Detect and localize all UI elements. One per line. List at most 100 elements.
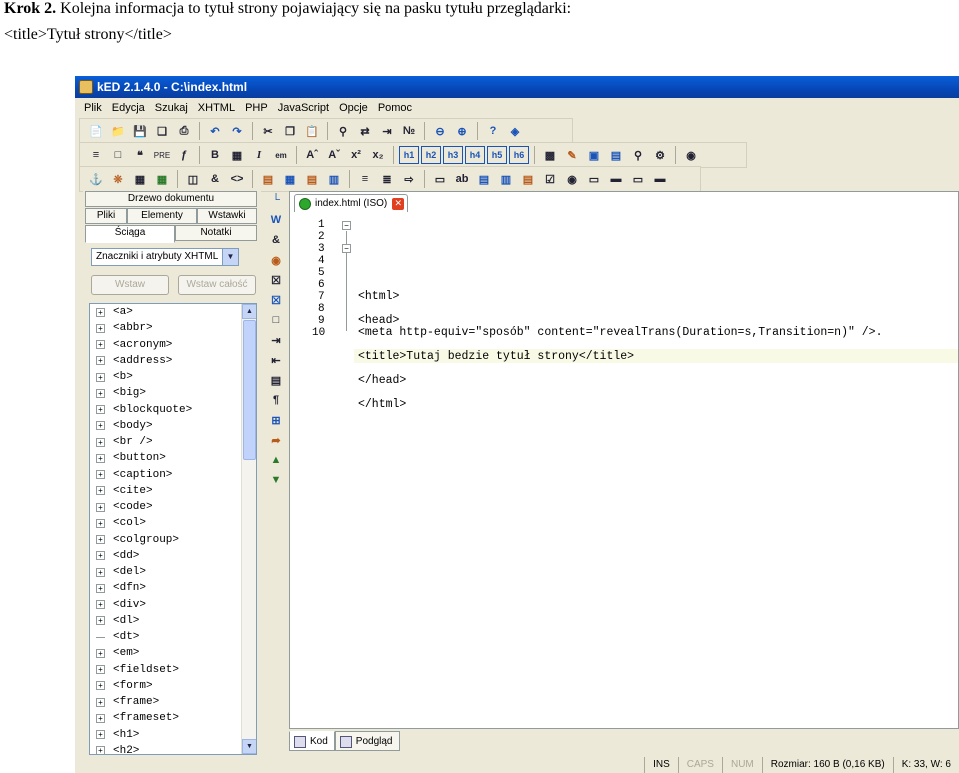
list-item[interactable]: + <div> bbox=[90, 597, 256, 613]
list-item[interactable]: + <h2> bbox=[90, 743, 256, 754]
ampersand-icon[interactable]: & bbox=[205, 170, 225, 188]
list-item[interactable]: + <dl> bbox=[90, 613, 256, 629]
list-item[interactable]: + <col> bbox=[90, 515, 256, 531]
expand-icon[interactable]: + bbox=[96, 648, 105, 658]
brush-icon[interactable]: ✎ bbox=[562, 146, 582, 164]
h4-button[interactable]: h4 bbox=[465, 146, 485, 164]
list-item[interactable]: + <frameset> bbox=[90, 710, 256, 726]
listbox-icon[interactable]: ▥ bbox=[496, 170, 516, 188]
hidden-field-icon[interactable]: ▭ bbox=[628, 170, 648, 188]
expand-icon[interactable]: + bbox=[96, 453, 105, 463]
expand-icon[interactable]: + bbox=[96, 437, 105, 447]
frame-icon[interactable]: ▣ bbox=[584, 146, 604, 164]
paste-icon[interactable]: 📋 bbox=[302, 122, 322, 140]
list-item[interactable]: + <fieldset> bbox=[90, 662, 256, 678]
list-item[interactable]: + <a> bbox=[90, 304, 256, 320]
cut-icon[interactable]: ✂ bbox=[258, 122, 278, 140]
wrap-icon[interactable]: ▤ bbox=[267, 371, 285, 389]
entity-icon[interactable]: & bbox=[267, 231, 285, 249]
goto-line-icon[interactable]: ⇥ bbox=[377, 122, 397, 140]
image-icon[interactable]: ▩ bbox=[540, 146, 560, 164]
tools-icon[interactable]: ⚙ bbox=[650, 146, 670, 164]
h3-button[interactable]: h3 bbox=[443, 146, 463, 164]
h5-button[interactable]: h5 bbox=[487, 146, 507, 164]
menu-pomoc[interactable]: Pomoc bbox=[373, 98, 417, 118]
expand-icon[interactable]: + bbox=[96, 681, 105, 691]
word-icon[interactable]: W bbox=[267, 211, 285, 229]
insert-all-button[interactable]: Wstaw całość bbox=[178, 275, 256, 295]
help-icon[interactable]: ? bbox=[483, 122, 503, 140]
insert-image-icon[interactable]: ▦ bbox=[130, 170, 150, 188]
code-line[interactable]: <meta http-equiv="sposób" content="revea… bbox=[358, 326, 883, 339]
expand-icon[interactable]: + bbox=[96, 746, 105, 754]
tag-list-scrollbar[interactable]: ▲ ▼ bbox=[241, 304, 256, 754]
tab-notes[interactable]: Notatki bbox=[175, 225, 257, 241]
unordered-list-icon[interactable]: ≡ bbox=[355, 170, 375, 188]
h1-button[interactable]: h1 bbox=[399, 146, 419, 164]
submit-icon[interactable]: ▭ bbox=[584, 170, 604, 188]
select-block-icon[interactable]: □ bbox=[267, 311, 285, 329]
arrow-in-icon[interactable]: ➦ bbox=[267, 431, 285, 449]
em-button[interactable]: em bbox=[271, 146, 291, 164]
list-item[interactable]: + <blockquote> bbox=[90, 402, 256, 418]
expand-icon[interactable]: + bbox=[96, 307, 105, 317]
tag-icon[interactable]: <> bbox=[227, 170, 247, 188]
superscript-icon[interactable]: x² bbox=[346, 146, 366, 164]
redo-icon[interactable]: ↷ bbox=[227, 122, 247, 140]
list-item[interactable]: + <caption> bbox=[90, 467, 256, 483]
tab-snippets[interactable]: Wstawki bbox=[197, 208, 257, 224]
menu-javascript[interactable]: JavaScript bbox=[273, 98, 334, 118]
menu-opcje[interactable]: Opcje bbox=[334, 98, 373, 118]
list-item[interactable]: + <body> bbox=[90, 418, 256, 434]
expand-icon[interactable]: + bbox=[96, 323, 105, 333]
close-tag-icon[interactable]: ☒ bbox=[267, 271, 285, 289]
select-icon[interactable]: ▤ bbox=[474, 170, 494, 188]
list-item[interactable]: + <del> bbox=[90, 564, 256, 580]
address-icon[interactable]: □ bbox=[108, 146, 128, 164]
inspect-icon[interactable]: ⚲ bbox=[628, 146, 648, 164]
close-all-icon[interactable]: ☒ bbox=[267, 291, 285, 309]
find-icon[interactable]: ⚲ bbox=[333, 122, 353, 140]
list-item[interactable]: <dt> bbox=[90, 629, 256, 645]
list-item[interactable]: + <dfn> bbox=[90, 580, 256, 596]
font-bigger-icon[interactable]: Aˆ bbox=[302, 146, 322, 164]
textarea-icon[interactable]: ab bbox=[452, 170, 472, 188]
code-line[interactable]: <title>Tutaj bedzie tytuł strony</title> bbox=[358, 350, 634, 363]
list-item[interactable]: + <em> bbox=[90, 645, 256, 661]
font-smaller-icon[interactable]: Aˇ bbox=[324, 146, 344, 164]
cheatsheet-select[interactable]: Znaczniki i atrybuty XHTML ▼ bbox=[91, 248, 239, 266]
italic-button[interactable]: I bbox=[249, 146, 269, 164]
table-col-icon[interactable]: ▥ bbox=[324, 170, 344, 188]
replace-icon[interactable]: ⇄ bbox=[355, 122, 375, 140]
pre-button[interactable]: PRE bbox=[152, 146, 172, 164]
special-chars-icon[interactable]: ◫ bbox=[183, 170, 203, 188]
tree-view-icon[interactable]: └ bbox=[267, 191, 285, 209]
scroll-down-icon[interactable]: ▼ bbox=[242, 739, 256, 754]
menu-xhtml[interactable]: XHTML bbox=[193, 98, 240, 118]
tab-document-tree[interactable]: Drzewo dokumentu bbox=[85, 191, 257, 207]
expand-icon[interactable]: + bbox=[96, 518, 105, 528]
label-icon[interactable]: ▬ bbox=[650, 170, 670, 188]
scroll-thumb[interactable] bbox=[243, 320, 256, 460]
blockquote-icon[interactable]: ❝ bbox=[130, 146, 150, 164]
tab-elements[interactable]: Elementy bbox=[127, 208, 197, 224]
list-item[interactable]: + <b> bbox=[90, 369, 256, 385]
h6-button[interactable]: h6 bbox=[509, 146, 529, 164]
code-icon[interactable]: ƒ bbox=[174, 146, 194, 164]
table-row-icon[interactable]: ▤ bbox=[302, 170, 322, 188]
expand-icon[interactable]: + bbox=[96, 600, 105, 610]
expand-icon[interactable]: + bbox=[96, 502, 105, 512]
checkbox-icon[interactable]: ☑ bbox=[540, 170, 560, 188]
menu-plik[interactable]: Plik bbox=[79, 98, 107, 118]
save-all-icon[interactable]: ❏ bbox=[152, 122, 172, 140]
list-item[interactable]: + <address> bbox=[90, 353, 256, 369]
zoom-out-icon[interactable]: ⊖ bbox=[430, 122, 450, 140]
button-icon[interactable]: ▬ bbox=[606, 170, 626, 188]
anchor-icon[interactable]: ⚓ bbox=[86, 170, 106, 188]
color-picker-icon[interactable]: ◉ bbox=[267, 251, 285, 269]
fieldset-icon[interactable]: ▤ bbox=[518, 170, 538, 188]
expand-icon[interactable]: + bbox=[96, 730, 105, 740]
list-item[interactable]: + <button> bbox=[90, 450, 256, 466]
expand-icon[interactable]: + bbox=[96, 486, 105, 496]
new-file-icon[interactable]: 📄 bbox=[86, 122, 106, 140]
